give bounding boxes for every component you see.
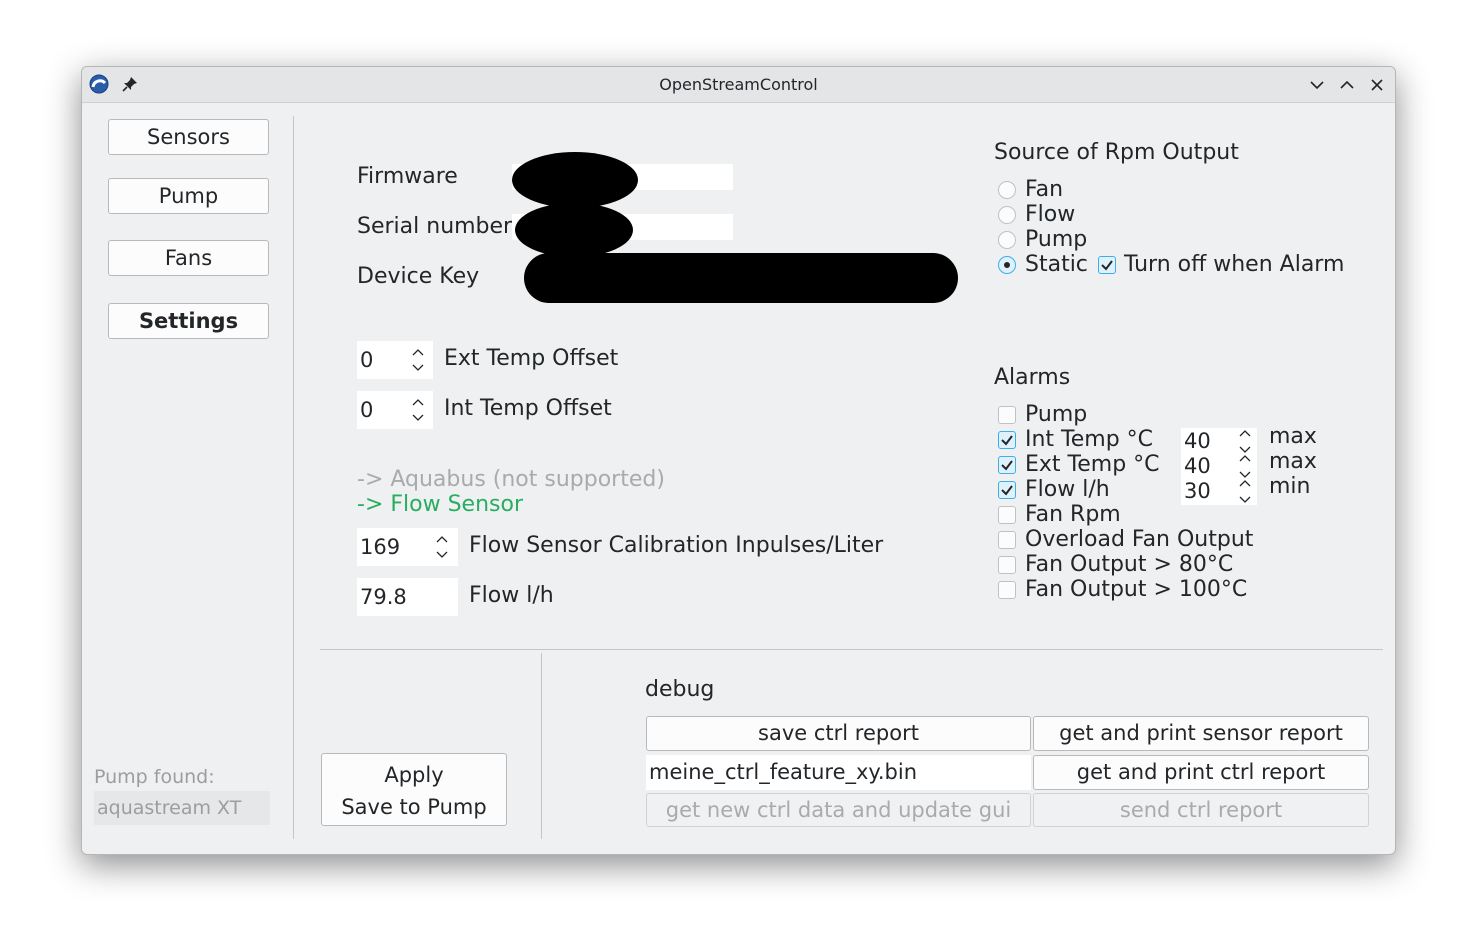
save-to-pump-label: Save to Pump [341,795,487,819]
checkmark-icon [1001,460,1013,471]
alarm-pump-label: Pump [1025,402,1088,427]
save-ctrl-report-button[interactable]: save ctrl report [646,716,1031,751]
sidebar-item-settings[interactable]: Settings [108,303,269,339]
flow-calibration-label: Flow Sensor Calibration Inpulses/Liter [469,533,884,558]
alarm-ext-temp-checkbox[interactable] [998,456,1016,474]
checkmark-icon [1101,260,1113,271]
apply-label: Apply [384,763,444,787]
alarm-flow-checkbox[interactable] [998,481,1016,499]
alarm-overload-fan-label: Overload Fan Output [1025,527,1254,552]
alarm-flow-value: 30 [1184,479,1211,503]
rpm-source-flow-radio[interactable] [998,206,1016,224]
filename-input[interactable]: meine_ctrl_feature_xy.bin [646,755,1031,790]
int-temp-offset-value: 0 [360,398,374,422]
alarm-int-temp-value: 40 [1184,429,1211,453]
window-title: OpenStreamControl [659,75,818,94]
rpm-output-title: Source of Rpm Output [994,140,1239,165]
get-print-ctrl-report-button[interactable]: get and print ctrl report [1033,755,1369,790]
alarm-ext-temp-label: Ext Temp °C [1025,452,1160,477]
ext-temp-offset-value: 0 [360,348,374,372]
flow-calibration-spin-arrows-icon[interactable] [434,532,450,562]
debug-title: debug [645,677,715,702]
get-new-ctrl-data-button[interactable]: get new ctrl data and update gui [646,793,1031,827]
sidebar-separator [293,116,294,839]
alarm-int-temp-checkbox[interactable] [998,431,1016,449]
alarm-int-temp-unit: max [1269,424,1317,449]
alarm-fan-rpm-checkbox[interactable] [998,506,1016,524]
send-ctrl-report-button[interactable]: send ctrl report [1033,793,1369,827]
ext-temp-offset-label: Ext Temp Offset [444,346,619,371]
serial-number-label: Serial number [357,214,513,239]
alarm-ext-temp-unit: max [1269,449,1317,474]
maximize-icon[interactable] [1338,76,1356,94]
alarm-flow-unit: min [1269,474,1311,499]
rpm-source-pump-radio[interactable] [998,231,1016,249]
rpm-source-static-radio[interactable] [998,256,1016,274]
checkmark-icon [1001,435,1013,446]
apply-save-button[interactable]: Apply Save to Pump [321,753,507,826]
alarms-title: Alarms [994,365,1071,390]
alarm-pump-checkbox[interactable] [998,406,1016,424]
rpm-source-fan-radio[interactable] [998,181,1016,199]
rpm-source-static-label: Static [1025,252,1088,277]
alarm-flow-spin-arrows-icon[interactable] [1237,478,1253,505]
alarm-int-temp-spin-arrows-icon[interactable] [1237,428,1253,455]
alarm-fan-rpm-label: Fan Rpm [1025,502,1121,527]
ext-temp-offset-spin-arrows-icon[interactable] [410,345,426,375]
device-key-redaction [524,253,958,303]
alarm-overload-fan-checkbox[interactable] [998,531,1016,549]
firmware-label: Firmware [357,164,458,189]
int-temp-offset-spin-arrows-icon[interactable] [410,395,426,425]
alarm-int-temp-label: Int Temp °C [1025,427,1154,452]
get-print-sensor-report-button[interactable]: get and print sensor report [1033,716,1369,751]
alarm-flow-label: Flow l/h [1025,477,1110,502]
alarm-fan-output-100-checkbox[interactable] [998,581,1016,599]
title-bar: OpenStreamControl [82,67,1395,103]
content-separator [320,649,1383,650]
turn-off-when-alarm-label: Turn off when Alarm [1124,252,1345,277]
rpm-source-pump-label: Pump [1025,227,1088,252]
actions-separator [541,653,542,839]
flow-value-field[interactable]: 79.8 [357,578,458,616]
rpm-source-flow-label: Flow [1025,202,1076,227]
flow-value-label: Flow l/h [469,583,554,608]
alarm-fan-output-80-checkbox[interactable] [998,556,1016,574]
rpm-source-fan-label: Fan [1025,177,1064,202]
flow-sensor-link[interactable]: -> Flow Sensor [357,492,523,517]
sidebar-item-sensors[interactable]: Sensors [108,119,269,155]
sidebar-item-fans[interactable]: Fans [108,240,269,276]
alarm-fan-output-100-label: Fan Output > 100°C [1025,577,1248,602]
alarm-ext-temp-value: 40 [1184,454,1211,478]
aquabus-link[interactable]: -> Aquabus (not supported) [357,467,665,492]
close-icon[interactable] [1368,76,1386,94]
int-temp-offset-label: Int Temp Offset [444,396,612,421]
device-key-label: Device Key [357,264,480,289]
alarm-fan-output-80-label: Fan Output > 80°C [1025,552,1234,577]
sidebar-item-pump[interactable]: Pump [108,178,269,214]
checkmark-icon [1001,485,1013,496]
pump-found-label: Pump found: [94,766,215,788]
alarm-ext-temp-spin-arrows-icon[interactable] [1237,453,1253,480]
app-window: OpenStreamControl Sensors Pump Fans Sett… [81,66,1396,855]
flow-calibration-value: 169 [360,535,401,559]
firmware-redaction [512,152,638,208]
turn-off-when-alarm-checkbox[interactable] [1098,256,1116,274]
pump-found-value: aquastream XT [94,791,270,825]
minimize-icon[interactable] [1308,76,1326,94]
serial-number-redaction [515,203,633,257]
